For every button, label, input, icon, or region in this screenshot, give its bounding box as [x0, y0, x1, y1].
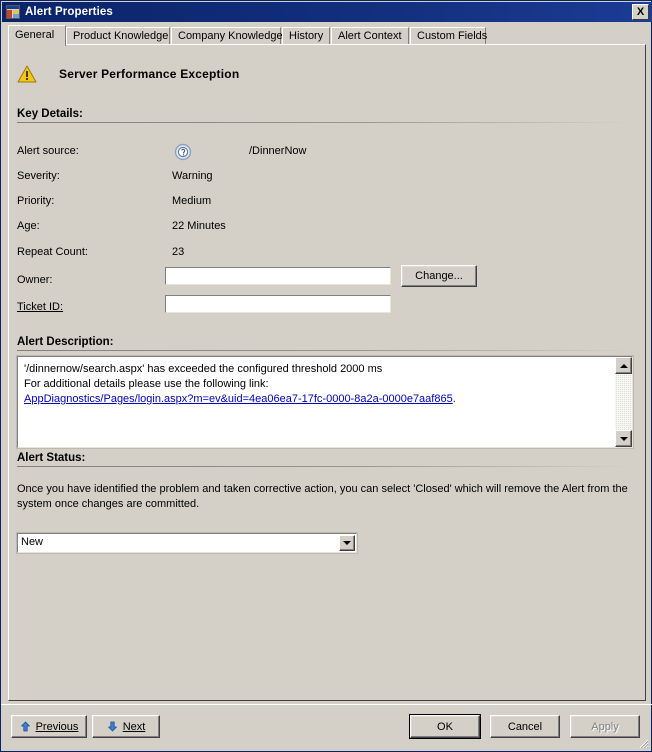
scroll-up-icon[interactable]: [615, 357, 632, 374]
alert-title: Server Performance Exception: [59, 67, 240, 81]
window-title: Alert Properties: [25, 6, 113, 18]
apply-button: Apply: [570, 715, 640, 738]
owner-field[interactable]: [164, 266, 392, 286]
description-scrollbar[interactable]: [615, 357, 632, 447]
priority-value: Medium: [172, 195, 212, 207]
alert-description-section: Alert Description:: [17, 336, 631, 357]
tab-custom-fields[interactable]: Custom Fields: [410, 27, 487, 45]
table-row: Priority: Medium: [17, 195, 637, 211]
app-diagnostics-link[interactable]: AppDiagnostics/Pages/login.aspx?m=ev&uid…: [24, 393, 453, 405]
age-label: Age:: [17, 220, 40, 232]
repeat-count-label: Repeat Count:: [17, 246, 88, 258]
alert-status-heading: Alert Status:: [17, 452, 86, 464]
table-row: Severity: Warning: [17, 170, 637, 186]
key-details-section: Key Details:: [17, 108, 631, 129]
owner-input[interactable]: [166, 268, 390, 284]
arrow-up-icon: [20, 721, 31, 732]
alert-description-rule: [17, 350, 631, 351]
ok-label: OK: [437, 720, 453, 733]
age-value: 22 Minutes: [172, 220, 226, 232]
footer-separator: [1, 704, 652, 705]
alert-status-description: Once you have identified the problem and…: [17, 483, 628, 510]
arrow-down-icon: [107, 721, 118, 732]
tab-alert-context[interactable]: Alert Context: [331, 27, 409, 45]
alert-status-rule: [17, 466, 631, 467]
change-owner-label: Change...: [415, 270, 463, 282]
description-line-2: For additional details please use the fo…: [24, 378, 269, 390]
tab-general[interactable]: General: [8, 25, 66, 46]
close-icon[interactable]: X: [632, 4, 649, 20]
previous-button[interactable]: Previous: [11, 715, 87, 738]
alert-status-section: Alert Status:: [17, 452, 631, 473]
tab-company-knowledge[interactable]: Company Knowledge: [171, 27, 283, 45]
next-button[interactable]: Next: [92, 715, 160, 738]
alert-header: Server Performance Exception: [17, 65, 239, 83]
previous-label: Previous: [35, 720, 79, 733]
alert-status-selected-value: New: [21, 536, 44, 548]
apply-label: Apply: [591, 720, 619, 733]
alert-properties-window: Alert Properties X General Product Knowl…: [0, 0, 652, 752]
severity-label: Severity:: [17, 170, 60, 182]
ticket-id-label: Ticket ID:: [17, 301, 64, 313]
key-details-rule: [17, 122, 631, 123]
properties-window-icon: [5, 4, 21, 20]
warning-triangle-icon: [17, 65, 37, 83]
tab-product-knowledge[interactable]: Product Knowledge: [66, 27, 170, 45]
owner-label: Owner:: [17, 274, 53, 286]
alert-status-dropdown[interactable]: New: [16, 532, 358, 554]
ok-button[interactable]: OK: [410, 715, 480, 738]
tab-history[interactable]: History: [282, 27, 330, 45]
description-link-suffix: .: [452, 393, 456, 405]
tab-bar: General Product Knowledge Company Knowle…: [8, 25, 646, 46]
alert-description-text: '/dinnernow/search.aspx' has exceeded th…: [24, 362, 610, 407]
titlebar: Alert Properties X: [2, 2, 652, 22]
table-row: Age: 22 Minutes: [17, 220, 637, 236]
alert-source-label: Alert source:: [17, 145, 79, 157]
priority-label: Priority:: [17, 195, 55, 207]
alert-source-value: /DinnerNow: [249, 145, 307, 157]
alert-source-icon: [174, 143, 192, 161]
next-label: Next: [122, 720, 146, 733]
description-link-line: AppDiagnostics/Pages/login.aspx?m=ev&uid…: [24, 392, 610, 407]
ticket-id-field[interactable]: [164, 294, 392, 314]
description-line-1: '/dinnernow/search.aspx' has exceeded th…: [24, 363, 383, 375]
scroll-down-icon[interactable]: [615, 430, 632, 447]
cancel-button[interactable]: Cancel: [490, 715, 560, 738]
resize-grip-icon[interactable]: [637, 737, 649, 749]
repeat-count-value: 23: [172, 246, 185, 258]
table-row: Repeat Count: 23: [17, 246, 637, 262]
chevron-down-icon[interactable]: [339, 535, 355, 551]
change-owner-button[interactable]: Change...: [401, 265, 477, 287]
ticket-id-input[interactable]: [166, 296, 390, 312]
key-details-heading: Key Details:: [17, 108, 83, 120]
general-tab-panel: Server Performance Exception Key Details…: [8, 44, 646, 701]
alert-description-heading: Alert Description:: [17, 336, 114, 348]
table-row: Alert source: /DinnerNow: [17, 143, 637, 161]
cancel-label: Cancel: [507, 720, 543, 733]
alert-description-box[interactable]: '/dinnernow/search.aspx' has exceeded th…: [16, 355, 634, 449]
severity-value: Warning: [172, 170, 213, 182]
